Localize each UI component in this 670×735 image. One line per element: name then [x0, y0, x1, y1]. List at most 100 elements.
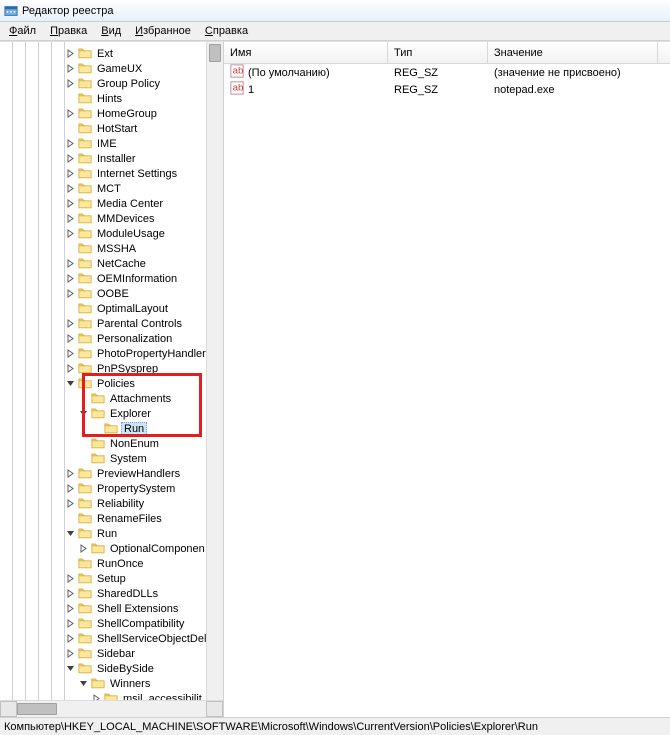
expand-icon[interactable]	[65, 168, 76, 179]
tree-label[interactable]: GameUX	[95, 63, 144, 75]
tree-label[interactable]: Sidebar	[95, 648, 137, 660]
expand-icon[interactable]	[65, 318, 76, 329]
expand-icon[interactable]	[65, 468, 76, 479]
tree-node[interactable]: SharedDLLs	[0, 586, 223, 601]
expand-icon[interactable]	[65, 618, 76, 629]
tree-node[interactable]: RenameFiles	[0, 511, 223, 526]
tree-label[interactable]: Run	[121, 422, 147, 436]
expand-icon[interactable]	[65, 603, 76, 614]
column-header-value[interactable]: Значение	[488, 42, 658, 63]
expand-icon[interactable]	[91, 693, 102, 700]
tree-label[interactable]: Hints	[95, 93, 124, 105]
tree-node[interactable]: Shell Extensions	[0, 601, 223, 616]
tree-label[interactable]: SharedDLLs	[95, 588, 160, 600]
expand-icon[interactable]	[65, 363, 76, 374]
expand-icon[interactable]	[65, 333, 76, 344]
tree-node[interactable]: RunOnce	[0, 556, 223, 571]
tree-label[interactable]: Explorer	[108, 408, 153, 420]
tree-scroll-area[interactable]: Ext GameUX Group Policy Hints HomeGroup HotSt…	[0, 42, 223, 700]
tree-label[interactable]: OptimalLayout	[95, 303, 170, 315]
tree-label[interactable]: Personalization	[95, 333, 174, 345]
tree-label[interactable]: Run	[95, 528, 119, 540]
expand-icon[interactable]	[65, 588, 76, 599]
expand-icon[interactable]	[65, 183, 76, 194]
tree-node[interactable]: Hints	[0, 91, 223, 106]
tree-node[interactable]: Reliability	[0, 496, 223, 511]
menu-item-4[interactable]: Справка	[198, 23, 255, 39]
menu-item-0[interactable]: Файл	[2, 23, 43, 39]
tree-label[interactable]: Setup	[95, 573, 128, 585]
tree-node[interactable]: Media Center	[0, 196, 223, 211]
column-header-type[interactable]: Тип	[388, 42, 488, 63]
tree-label[interactable]: NonEnum	[108, 438, 161, 450]
tree-node[interactable]: Group Policy	[0, 76, 223, 91]
tree-node[interactable]: MSSHA	[0, 241, 223, 256]
tree-node[interactable]: PnPSysprep	[0, 361, 223, 376]
tree-node[interactable]: PropertySystem	[0, 481, 223, 496]
tree-node[interactable]: Parental Controls	[0, 316, 223, 331]
tree-node[interactable]: System	[0, 451, 223, 466]
tree-label[interactable]: HotStart	[95, 123, 139, 135]
expand-icon[interactable]	[65, 273, 76, 284]
collapse-icon[interactable]	[78, 678, 89, 689]
tree-node[interactable]: Personalization	[0, 331, 223, 346]
tree-label[interactable]: Internet Settings	[95, 168, 179, 180]
tree-label[interactable]: msil_accessibilit	[121, 693, 204, 701]
tree-node[interactable]: HotStart	[0, 121, 223, 136]
expand-icon[interactable]	[78, 543, 89, 554]
tree-node[interactable]: OptimalLayout	[0, 301, 223, 316]
tree-label[interactable]: Shell Extensions	[95, 603, 180, 615]
tree-label[interactable]: MSSHA	[95, 243, 138, 255]
tree-node[interactable]: ShellCompatibility	[0, 616, 223, 631]
tree-vertical-scrollbar[interactable]	[206, 42, 223, 700]
expand-icon[interactable]	[65, 483, 76, 494]
tree-label[interactable]: ShellCompatibility	[95, 618, 186, 630]
tree-label[interactable]: Winners	[108, 678, 152, 690]
tree-node[interactable]: Setup	[0, 571, 223, 586]
menu-item-3[interactable]: Избранное	[128, 23, 198, 39]
expand-icon[interactable]	[65, 153, 76, 164]
tree-horizontal-scrollbar[interactable]	[0, 700, 223, 717]
value-row[interactable]: ab(По умолчанию)REG_SZ(значение не присв…	[224, 64, 670, 81]
tree-hscroll-left-button[interactable]	[0, 701, 17, 717]
tree-label[interactable]: Media Center	[95, 198, 165, 210]
tree-node[interactable]: NonEnum	[0, 436, 223, 451]
tree-label[interactable]: PreviewHandlers	[95, 468, 182, 480]
collapse-icon[interactable]	[65, 528, 76, 539]
tree-vscroll-thumb[interactable]	[209, 44, 221, 62]
tree-label[interactable]: PnPSysprep	[95, 363, 160, 375]
tree-node[interactable]: MMDevices	[0, 211, 223, 226]
tree-label[interactable]: Installer	[95, 153, 138, 165]
tree-node[interactable]: ModuleUsage	[0, 226, 223, 241]
tree-label[interactable]: Attachments	[108, 393, 173, 405]
tree-node[interactable]: Ext	[0, 46, 223, 61]
expand-icon[interactable]	[65, 573, 76, 584]
tree-node[interactable]: Run	[0, 526, 223, 541]
expand-icon[interactable]	[65, 288, 76, 299]
tree-node[interactable]: Installer	[0, 151, 223, 166]
tree-label[interactable]: PropertySystem	[95, 483, 177, 495]
tree-node[interactable]: Attachments	[0, 391, 223, 406]
tree-node[interactable]: MCT	[0, 181, 223, 196]
tree-node[interactable]: OOBE	[0, 286, 223, 301]
tree-hscroll-right-button[interactable]	[206, 701, 223, 717]
tree-label[interactable]: System	[108, 453, 149, 465]
tree-node[interactable]: OptionalComponen	[0, 541, 223, 556]
column-header-name[interactable]: Имя	[224, 42, 388, 63]
tree-node[interactable]: Internet Settings	[0, 166, 223, 181]
tree-label[interactable]: MMDevices	[95, 213, 156, 225]
expand-icon[interactable]	[65, 213, 76, 224]
collapse-icon[interactable]	[65, 663, 76, 674]
tree-label[interactable]: OEMInformation	[95, 273, 179, 285]
tree-label[interactable]: RunOnce	[95, 558, 145, 570]
tree-label[interactable]: Group Policy	[95, 78, 162, 90]
tree-label[interactable]: IME	[95, 138, 119, 150]
tree-label[interactable]: HomeGroup	[95, 108, 159, 120]
tree-node[interactable]: Sidebar	[0, 646, 223, 661]
tree-node[interactable]: msil_accessibilit	[0, 691, 223, 700]
tree-label[interactable]: MCT	[95, 183, 123, 195]
tree-hscroll-thumb[interactable]	[17, 703, 57, 715]
tree-label[interactable]: RenameFiles	[95, 513, 164, 525]
expand-icon[interactable]	[65, 78, 76, 89]
expand-icon[interactable]	[65, 348, 76, 359]
